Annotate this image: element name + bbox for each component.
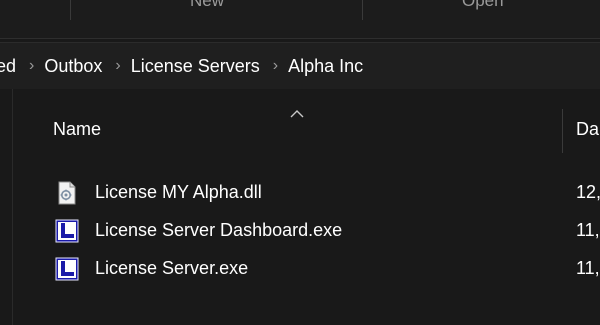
breadcrumb-chevron-icon[interactable]: › xyxy=(29,57,34,75)
breadcrumb-item-outbox[interactable]: Outbox xyxy=(44,56,102,77)
file-name: License MY Alpha.dll xyxy=(95,182,262,202)
file-list: Name Da License MY Alpha.dll 12, License… xyxy=(0,89,600,325)
ribbon: New Open xyxy=(0,0,600,39)
exe-application-icon xyxy=(55,257,79,281)
file-explorer-window: New Open ed › Outbox › License Servers ›… xyxy=(0,0,600,325)
file-date: 11, xyxy=(576,220,600,240)
ribbon-divider xyxy=(362,0,363,20)
ribbon-open-button[interactable]: Open xyxy=(462,0,504,11)
breadcrumb-chevron-icon[interactable]: › xyxy=(273,57,278,75)
address-bar[interactable]: ed › Outbox › License Servers › Alpha In… xyxy=(0,42,600,90)
file-row[interactable]: License MY Alpha.dll 12, xyxy=(13,176,600,210)
ribbon-new-button[interactable]: New xyxy=(190,0,224,11)
dll-file-icon xyxy=(58,181,76,205)
file-name: License Server Dashboard.exe xyxy=(95,220,343,240)
column-resize-handle[interactable] xyxy=(562,109,563,153)
breadcrumb-chevron-icon[interactable]: › xyxy=(115,57,120,75)
breadcrumb: ed › Outbox › License Servers › Alpha In… xyxy=(0,43,363,89)
ribbon-divider xyxy=(70,0,71,20)
column-header-date[interactable]: Da xyxy=(576,119,599,140)
file-date: 12, xyxy=(576,182,600,202)
file-date: 11, xyxy=(576,258,600,278)
file-row[interactable]: License Server Dashboard.exe 11, xyxy=(13,214,600,248)
exe-application-icon xyxy=(55,219,79,243)
column-header-name[interactable]: Name xyxy=(53,119,101,140)
breadcrumb-item-parent[interactable]: ed xyxy=(0,56,16,77)
file-name: License Server.exe xyxy=(95,258,249,278)
breadcrumb-item-license-servers[interactable]: License Servers xyxy=(131,56,260,77)
file-row[interactable]: License Server.exe 11, xyxy=(13,252,600,286)
sort-ascending-icon xyxy=(290,110,304,118)
breadcrumb-item-alpha-inc[interactable]: Alpha Inc xyxy=(288,56,363,77)
